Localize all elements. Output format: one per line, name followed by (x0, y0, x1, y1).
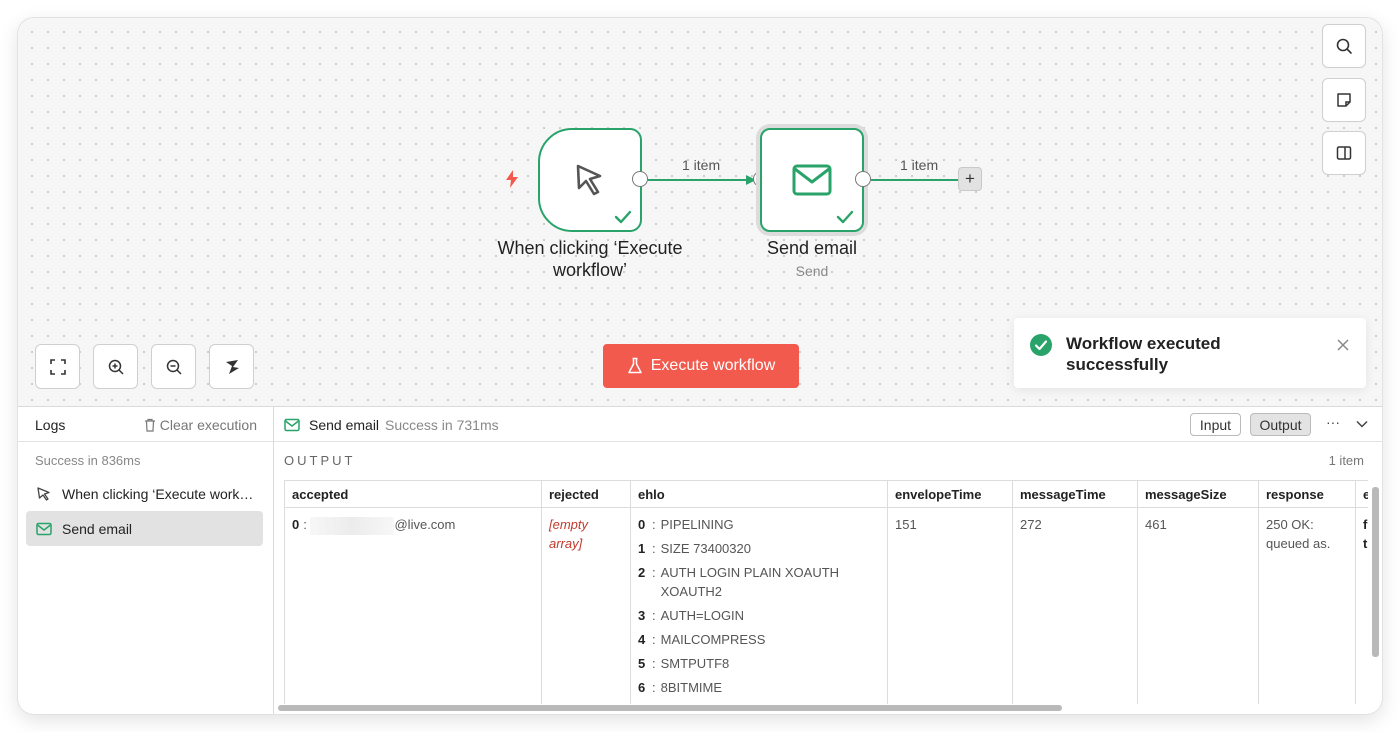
execute-workflow-button[interactable]: Execute workflow (603, 344, 799, 388)
zoom-in-button[interactable] (93, 344, 138, 389)
more-options-icon[interactable]: ··· (1326, 414, 1340, 430)
trigger-output-handle[interactable] (632, 171, 648, 187)
fit-view-icon (49, 358, 66, 375)
connection-line (648, 175, 756, 185)
fit-view-button[interactable] (35, 344, 80, 389)
table-cell: f t (1363, 517, 1368, 551)
check-icon (614, 210, 632, 224)
ehlo-entry: 0: PIPELINING (638, 517, 734, 532)
column-header: ehlo (631, 480, 887, 508)
success-check-icon (1030, 334, 1052, 356)
table-column: rejected [empty array] (542, 480, 631, 704)
trash-icon (144, 418, 155, 432)
envelope-icon (284, 418, 300, 432)
broom-icon (225, 359, 239, 374)
column-header: envelopeTime (888, 480, 1012, 508)
column-header: rejected (542, 480, 630, 508)
ehlo-entry: 1: SIZE 73400320 (638, 541, 751, 556)
output-item-count: 1 item (1328, 453, 1364, 468)
table-column: response 250 OK: queued as. (1259, 480, 1356, 704)
panel-icon (1336, 146, 1352, 160)
ehlo-entry: 5: SMTPUTF8 (638, 656, 730, 671)
toast-message: Workflow executed successfully (1066, 334, 1221, 374)
output-table[interactable]: accepted 0: @live.com rejected [empty ar… (284, 480, 1368, 704)
plus-icon: + (965, 169, 975, 188)
column-header: e (1356, 480, 1368, 508)
output-status: Success in 731ms (385, 417, 499, 433)
chevron-down-icon[interactable] (1356, 420, 1368, 428)
lightning-bolt-icon (506, 170, 518, 188)
connection-line (871, 179, 959, 181)
tidy-up-button[interactable] (209, 344, 254, 389)
email-output-handle[interactable] (855, 171, 871, 187)
output-tab[interactable]: Output (1250, 413, 1311, 436)
zoom-in-icon (108, 359, 124, 375)
clear-execution-button[interactable]: Clear execution (144, 417, 257, 433)
zoom-out-icon (166, 359, 182, 375)
horizontal-scrollbar[interactable] (278, 705, 1062, 711)
table-cell: 461 (1145, 517, 1167, 532)
output-section-label: OUTPUT (284, 453, 356, 468)
table-cell: 151 (895, 517, 917, 532)
output-panel: Send email Success in 731ms Input Output… (274, 407, 1382, 714)
column-header: messageTime (1013, 480, 1137, 508)
envelope-icon (36, 522, 52, 535)
flask-icon (628, 357, 642, 374)
table-column: messageSize 461 (1138, 480, 1259, 704)
send-email-node[interactable] (760, 128, 864, 232)
app-window: 1 item 1 item + When clicking ‘Execute w… (18, 18, 1382, 714)
table-column: e f t (1356, 480, 1368, 704)
toggle-panel-button[interactable] (1322, 131, 1366, 175)
output-node-title: Send email (309, 417, 380, 433)
logs-sidebar: Logs Clear execution Success in 836ms Wh… (18, 407, 274, 714)
table-cell: 272 (1020, 517, 1042, 532)
column-header: accepted (285, 480, 541, 508)
log-item-label: When clicking ‘Execute work… (62, 485, 254, 502)
table-column: accepted 0: @live.com (285, 480, 542, 704)
log-item-label: Send email (62, 520, 133, 537)
execute-workflow-label: Execute workflow (650, 357, 776, 374)
add-node-button[interactable]: + (958, 167, 982, 191)
table-column: envelopeTime 151 (888, 480, 1013, 704)
ehlo-entry: 4: MAILCOMPRESS (638, 632, 766, 647)
clear-execution-label: Clear execution (159, 417, 257, 433)
check-icon (836, 210, 854, 224)
redacted-email (310, 516, 395, 535)
table-column: messageTime 272 (1013, 480, 1138, 704)
table-cell: 250 OK: queued as. (1266, 517, 1331, 551)
close-icon[interactable] (1336, 338, 1350, 352)
envelope-icon (792, 164, 832, 196)
sticky-note-icon (1337, 93, 1351, 107)
cursor-icon (37, 486, 50, 501)
success-toast: Workflow executed successfully (1014, 318, 1366, 388)
table-cell: [empty array] (549, 517, 589, 551)
sticky-note-button[interactable] (1322, 78, 1366, 122)
connection-label: 1 item (900, 157, 939, 173)
zoom-out-button[interactable] (151, 344, 196, 389)
ehlo-entry: 2: AUTH LOGIN PLAIN XOAUTH XOAUTH2 (638, 565, 840, 599)
workflow-canvas[interactable]: 1 item 1 item + When clicking ‘Execute w… (18, 18, 1382, 406)
execution-panel: Logs Clear execution Success in 836ms Wh… (18, 406, 1382, 714)
logs-title: Logs (35, 417, 66, 433)
table-column: ehlo 0: PIPELINING 1: SIZE 73400320 2: AUTH L… (631, 480, 888, 704)
ehlo-entry: 6:8BITMIME (638, 680, 723, 695)
log-item-trigger[interactable]: When clicking ‘Execute work… (26, 476, 263, 511)
logs-status: Success in 836ms (35, 453, 141, 468)
ehlo-entry: 3: AUTH=LOGIN (638, 608, 745, 623)
column-header: messageSize (1138, 480, 1258, 508)
table-cell: 0: @live.com (285, 508, 541, 542)
table-cell: 0: PIPELINING 1: SIZE 73400320 2: AUTH LOGIN … (631, 508, 887, 704)
trigger-node-title: When clicking ‘Execute workflow’ (497, 238, 683, 280)
connection-label: 1 item (682, 157, 721, 173)
search-icon (1336, 38, 1352, 54)
input-tab[interactable]: Input (1190, 413, 1241, 436)
cursor-icon (576, 164, 602, 196)
search-button[interactable] (1322, 24, 1366, 68)
email-node-subtitle: Send (795, 263, 829, 279)
trigger-node[interactable] (538, 128, 642, 232)
column-header: response (1259, 480, 1355, 508)
vertical-scrollbar[interactable] (1372, 487, 1379, 657)
email-node-title: Send email (766, 238, 858, 258)
log-item-send-email[interactable]: Send email (26, 511, 263, 546)
